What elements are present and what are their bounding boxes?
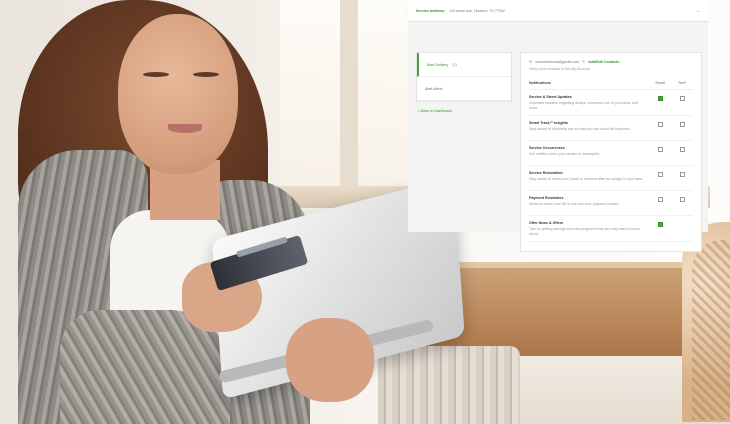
email-cell — [649, 95, 671, 110]
notification-description: Get notified when your service is interr… — [529, 152, 601, 157]
text-checkbox[interactable] — [679, 122, 685, 128]
email-checkbox[interactable] — [657, 172, 663, 178]
smile — [168, 124, 202, 133]
text-checkbox[interactable] — [679, 147, 685, 153]
text-cell — [671, 146, 693, 160]
notification-text: Offer News & Offers Tips on getting savin… — [529, 221, 649, 236]
notification-title: Service & Street Updates — [529, 95, 572, 99]
email-cell — [649, 171, 671, 185]
dashboard-body: Alert Delivery (2) Alert Alerts < Back t… — [408, 22, 708, 252]
text-cell — [671, 221, 693, 236]
notification-text: Smart Track™ Insights Stay aware of elect… — [529, 121, 649, 135]
email-cell — [649, 221, 671, 236]
text-cell — [671, 95, 693, 110]
email-checkbox[interactable] — [657, 197, 663, 203]
notification-text: Service Occurrences Get notified when you… — [529, 146, 649, 160]
notification-row: Service Restoration Stay aware of when yo… — [529, 166, 693, 192]
service-address-value: 123 Ansel Ave, Houston, TX 77002 — [449, 8, 505, 13]
email-cell — [649, 146, 671, 160]
email-checkbox[interactable] — [657, 122, 663, 128]
contact-row: ✉ customeremail@gmail.com ✎ Add/Edit Con… — [529, 59, 693, 64]
email-checkbox[interactable] — [657, 222, 663, 228]
email-checkbox[interactable] — [657, 96, 663, 101]
notification-description: Important updates regarding delays, exce… — [529, 101, 639, 110]
nav-item-label: Alert Delivery — [427, 62, 449, 67]
column-email: Email — [655, 81, 665, 85]
edit-contacts-link[interactable]: Add/Edit Contacts — [588, 60, 619, 64]
nav-card: Alert Delivery (2) Alert Alerts — [416, 52, 512, 102]
notification-text: Service Restoration Stay aware of when yo… — [529, 171, 649, 185]
service-address-bar[interactable]: Service Address: 123 Ansel Ave, Houston,… — [408, 0, 708, 22]
notification-description: Alerts on when your bill is due and your… — [529, 202, 620, 207]
nav-item-alert-delivery[interactable]: Alert Delivery (2) — [417, 53, 511, 77]
contact-note: Verify your contacts in the My Account — [529, 67, 590, 71]
notification-title: Offer News & Offers — [529, 221, 564, 226]
nav-item-count: (2) — [452, 62, 457, 67]
column-notifications: Notifications — [529, 81, 551, 85]
notifications-header: Notifications Email Text* — [529, 81, 693, 90]
text-cell — [671, 121, 693, 135]
notification-title: Service Restoration — [529, 171, 563, 176]
notifications-list: Service & Street Updates Important update… — [529, 90, 693, 243]
chevron-down-icon[interactable]: ⌄ — [696, 8, 700, 14]
notification-text: Service & Street Updates Important update… — [529, 95, 649, 110]
back-to-dashboard-link[interactable]: < Back to Dashboard — [416, 109, 512, 113]
nav-item-label: Alert Alerts — [425, 86, 443, 91]
notification-row: Offer News & Offers Tips on getting savin… — [529, 216, 693, 243]
notification-title: Payment Reminders — [529, 196, 564, 201]
text-cell — [671, 171, 693, 185]
notification-title: Smart Track™ Insights — [529, 121, 568, 126]
right-eye — [193, 72, 219, 77]
text-checkbox[interactable] — [679, 197, 685, 203]
text-checkbox[interactable] — [679, 96, 685, 101]
pencil-icon[interactable]: ✎ — [582, 59, 585, 64]
notification-description: Stay aware of when your power is restore… — [529, 177, 644, 182]
striped-pillow — [378, 346, 520, 424]
text-cell — [671, 196, 693, 210]
envelope-icon: ✉ — [529, 59, 533, 64]
notification-text: Payment Reminders Alerts on when your bil… — [529, 196, 649, 210]
woman-face — [118, 14, 238, 174]
notification-dashboard: Service Address: 123 Ansel Ave, Houston,… — [408, 0, 708, 252]
notification-row: Smart Track™ Insights Stay aware of elect… — [529, 116, 693, 142]
notification-row: Payment Reminders Alerts on when your bil… — [529, 191, 693, 217]
email-checkbox[interactable] — [657, 147, 663, 153]
column-text: Text* — [678, 81, 686, 85]
service-address-label: Service Address: — [416, 8, 446, 13]
notifications-panel: ✉ customeremail@gmail.com ✎ Add/Edit Con… — [520, 52, 702, 252]
window-frame — [340, 0, 358, 190]
email-cell — [649, 196, 671, 210]
text-checkbox[interactable] — [679, 172, 685, 178]
left-eye — [143, 72, 169, 77]
notification-title: Service Occurrences — [529, 146, 565, 151]
side-nav: Alert Delivery (2) Alert Alerts < Back t… — [416, 52, 512, 113]
hand-holding-tablet — [286, 318, 374, 402]
notification-row: Service & Street Updates Important update… — [529, 90, 693, 117]
contact-email: customeremail@gmail.com — [535, 59, 579, 64]
nav-item-alerts[interactable]: Alert Alerts — [417, 77, 511, 101]
email-cell — [649, 121, 671, 135]
notification-description: Tips on getting savings and new programs… — [529, 227, 640, 236]
notification-row: Service Occurrences Get notified when you… — [529, 141, 693, 167]
notification-description: Stay aware of electricity use so that yo… — [529, 127, 631, 132]
rattan-weave — [692, 240, 730, 420]
